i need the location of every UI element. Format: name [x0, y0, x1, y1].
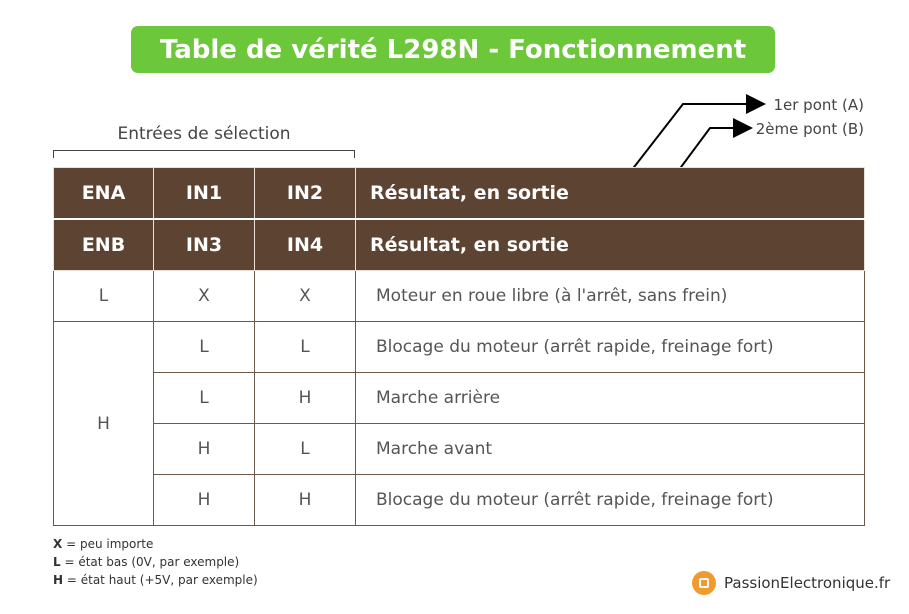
legend-item: H = état haut (+5V, par exemple): [53, 571, 258, 589]
table-row: H H Blocage du moteur (arrêt rapide, fre…: [54, 474, 865, 526]
truth-table: ENA IN1 IN2 Résultat, en sortie ENB IN3 …: [53, 167, 865, 526]
legend-text: = état haut (+5V, par exemple): [63, 573, 258, 587]
cell-result: Marche arrière: [355, 372, 865, 424]
cell-enable: H: [53, 321, 154, 526]
table-row: L X X Moteur en roue libre (à l'arrêt, s…: [53, 270, 865, 322]
table-row: H L L Blocage du moteur (arrêt rapide, f…: [53, 321, 865, 526]
header-result-b: Résultat, en sortie: [355, 218, 865, 271]
header-in4: IN4: [254, 218, 356, 271]
header-enb: ENB: [53, 218, 154, 271]
cell-input-1: L: [153, 321, 255, 373]
header-ena: ENA: [53, 167, 154, 220]
legend-text: = peu importe: [62, 537, 154, 551]
table-row: H L Marche avant: [54, 423, 865, 475]
header-in2: IN2: [254, 167, 356, 220]
cell-input-2: H: [254, 372, 356, 424]
brand-name: PassionElectronique.fr: [724, 574, 891, 592]
chip-logo-icon: [692, 571, 716, 595]
cell-input-2: H: [254, 474, 356, 526]
cell-result: Moteur en roue libre (à l'arrêt, sans fr…: [355, 270, 865, 322]
cell-input-1: H: [153, 474, 255, 526]
cell-input-2: L: [254, 423, 356, 475]
brand: PassionElectronique.fr: [692, 571, 890, 595]
header-in1: IN1: [153, 167, 255, 220]
cell-input-1: L: [153, 372, 255, 424]
legend-key: X: [53, 537, 63, 551]
cell-input-1: H: [153, 423, 255, 475]
cell-result: Marche avant: [355, 423, 865, 475]
header-in3: IN3: [153, 218, 255, 271]
legend-text: = état bas (0V, par exemple): [60, 555, 240, 569]
header-row-bridge-b: ENB IN3 IN4 Résultat, en sortie: [53, 218, 865, 271]
cell-enable: L: [53, 270, 154, 322]
cell-input-2: X: [254, 270, 356, 322]
cell-result: Blocage du moteur (arrêt rapide, freinag…: [355, 321, 865, 373]
legend-key: H: [53, 573, 64, 587]
legend: X = peu importe L = état bas (0V, par ex…: [53, 535, 258, 589]
legend-item: X = peu importe: [53, 535, 258, 553]
cell-input-2: L: [254, 321, 356, 373]
header-row-bridge-a: ENA IN1 IN2 Résultat, en sortie: [53, 167, 865, 220]
legend-key: L: [53, 555, 61, 569]
header-result-a: Résultat, en sortie: [355, 167, 865, 220]
cell-result: Blocage du moteur (arrêt rapide, freinag…: [355, 474, 865, 526]
legend-item: L = état bas (0V, par exemple): [53, 553, 258, 571]
table-row: L H Marche arrière: [54, 372, 865, 424]
cell-input-1: X: [153, 270, 255, 322]
